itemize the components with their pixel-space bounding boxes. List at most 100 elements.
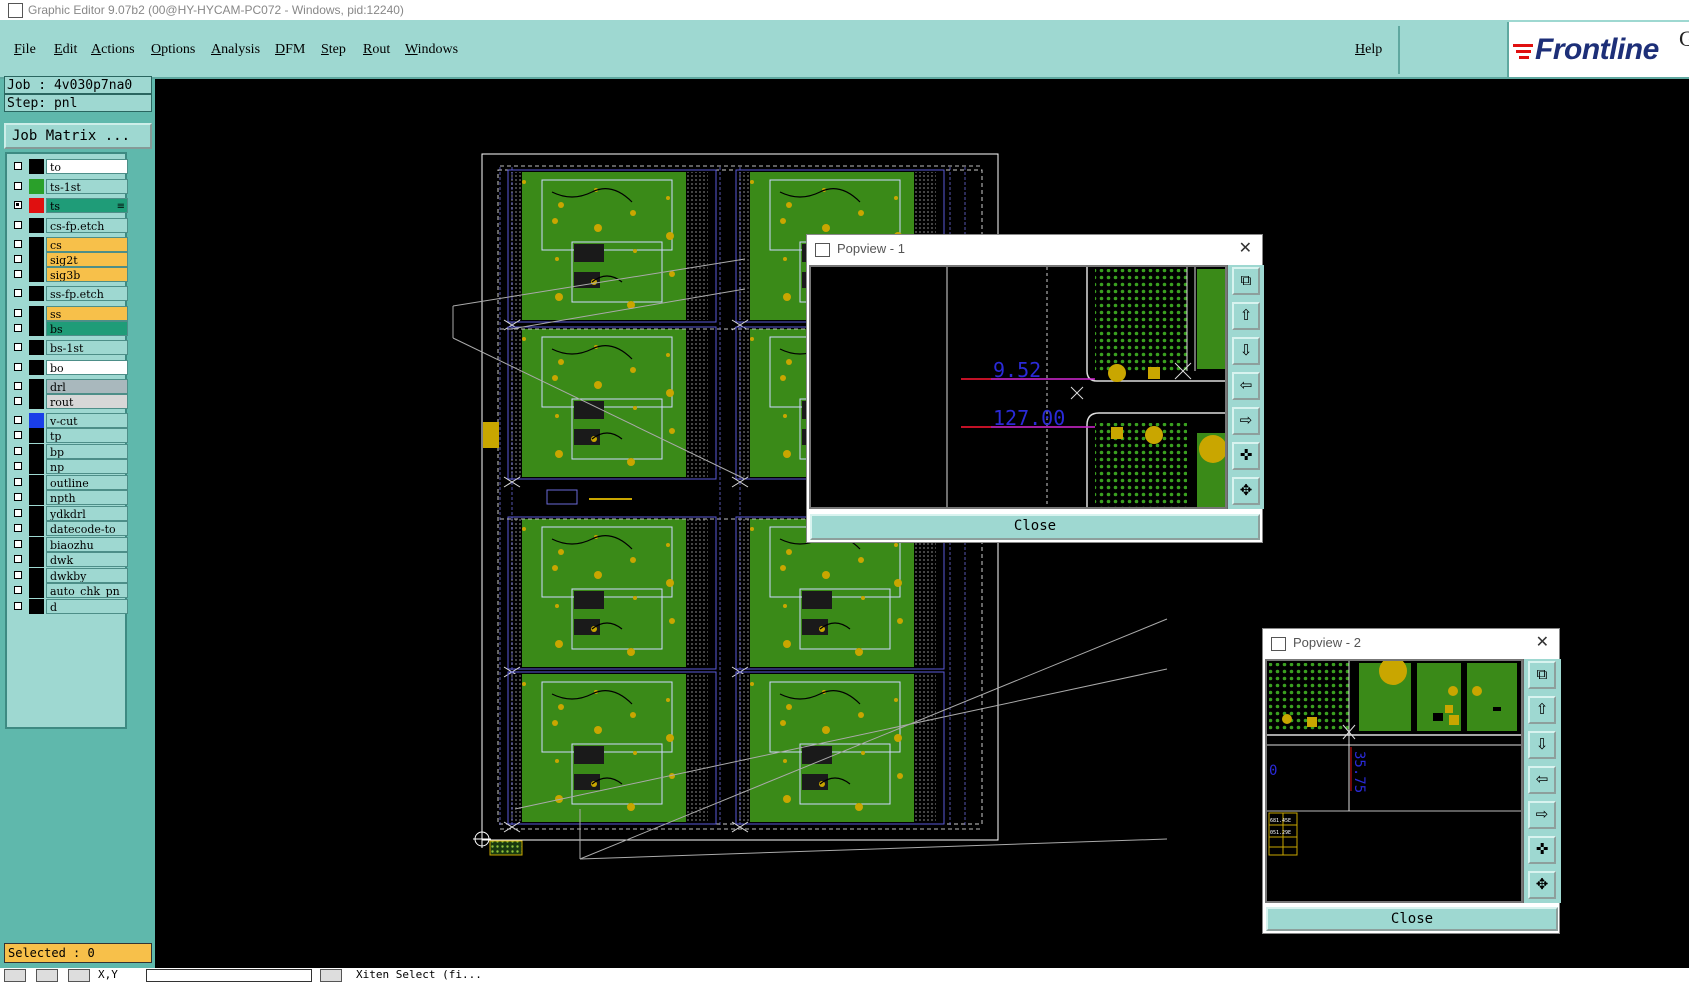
layer-name[interactable]: biaozhu [46, 537, 128, 552]
status-button-1[interactable] [4, 969, 26, 982]
layer-checkbox[interactable] [14, 397, 22, 405]
layer-color-swatch[interactable] [29, 237, 44, 252]
layer-name[interactable]: tp [46, 428, 128, 443]
layer-row-bs-1st[interactable]: bs-1st [11, 340, 129, 355]
layer-name[interactable]: auto_chk_pn [46, 583, 128, 598]
layer-checkbox[interactable] [14, 478, 22, 486]
layer-color-swatch[interactable] [29, 286, 44, 301]
layer-checkbox[interactable] [14, 324, 22, 332]
xy-coordinate-field[interactable] [146, 969, 312, 982]
popview-zoom-in-icon[interactable]: ✜ [1232, 442, 1260, 470]
popview-zoom-home-icon[interactable]: ⧉ [1232, 267, 1260, 295]
popview-pan-left-icon[interactable]: ⇦ [1528, 766, 1556, 794]
menu-analysis[interactable]: Analysis [211, 42, 260, 58]
layer-row-np[interactable]: np [11, 459, 129, 474]
layer-name[interactable]: d [46, 599, 128, 614]
layer-color-swatch[interactable] [29, 267, 44, 282]
menu-file[interactable]: File [14, 42, 36, 58]
layer-checkbox[interactable] [14, 524, 22, 532]
layer-row-cs-fp.etch[interactable]: cs-fp.etch [11, 218, 129, 233]
layer-row-ss[interactable]: ss [11, 306, 129, 321]
layer-color-swatch[interactable] [29, 521, 44, 536]
layer-name[interactable]: dwk [46, 552, 128, 567]
layer-checkbox[interactable] [14, 540, 22, 548]
layer-row-d[interactable]: d [11, 599, 129, 614]
layer-name[interactable]: rout [46, 394, 128, 409]
layer-name[interactable]: bs-1st [46, 340, 128, 355]
layer-row-auto_chk_pn[interactable]: auto_chk_pn [11, 583, 129, 598]
menu-windows[interactable]: Windows [405, 42, 458, 58]
layer-checkbox[interactable] [14, 270, 22, 278]
popview-pan-down-icon[interactable]: ⇩ [1528, 731, 1556, 759]
popview-pan-down-icon[interactable]: ⇩ [1232, 337, 1260, 365]
layer-color-swatch[interactable] [29, 198, 44, 213]
layer-name[interactable]: np [46, 459, 128, 474]
layer-row-rout[interactable]: rout [11, 394, 129, 409]
menu-edit[interactable]: Edit [54, 42, 77, 58]
layer-name[interactable]: to [46, 159, 128, 174]
layer-name[interactable]: ydkdrl [46, 506, 128, 521]
popview-zoom-out-icon[interactable]: ✥ [1232, 477, 1260, 505]
layer-color-swatch[interactable] [29, 321, 44, 336]
menu-actions[interactable]: Actions [91, 42, 135, 58]
layer-checkbox[interactable] [14, 462, 22, 470]
popview-zoom-home-icon[interactable]: ⧉ [1528, 661, 1556, 689]
layer-color-swatch[interactable] [29, 218, 44, 233]
layer-checkbox[interactable] [14, 240, 22, 248]
layer-row-drl[interactable]: drl [11, 379, 129, 394]
layer-checkbox[interactable] [14, 309, 22, 317]
layer-color-swatch[interactable] [29, 490, 44, 505]
layer-name[interactable]: bp [46, 444, 128, 459]
layer-row-sig2t[interactable]: sig2t [11, 252, 129, 267]
layer-row-cs[interactable]: cs [11, 237, 129, 252]
menu-rout[interactable]: Rout [363, 42, 390, 58]
layer-checkbox[interactable] [14, 416, 22, 424]
status-button-3[interactable] [68, 969, 90, 982]
layer-row-v-cut[interactable]: v-cut [11, 413, 129, 428]
layer-row-npth[interactable]: npth [11, 490, 129, 505]
layer-name[interactable]: datecode-to [46, 521, 128, 536]
layer-checkbox[interactable] [14, 182, 22, 190]
status-button-4[interactable] [320, 969, 342, 982]
layer-color-swatch[interactable] [29, 444, 44, 459]
layer-name[interactable]: cs-fp.etch [46, 218, 128, 233]
layer-row-bp[interactable]: bp [11, 444, 129, 459]
menu-help[interactable]: Help [1355, 42, 1382, 58]
layer-color-swatch[interactable] [29, 360, 44, 375]
popview-2-close-icon[interactable]: ✕ [1536, 629, 1549, 657]
menu-step[interactable]: Step [321, 42, 346, 58]
layer-checkbox[interactable] [14, 382, 22, 390]
layer-checkbox[interactable] [14, 447, 22, 455]
popview-1-close-icon[interactable]: ✕ [1239, 235, 1252, 263]
layer-row-datecode-to[interactable]: datecode-to [11, 521, 129, 536]
layer-checkbox[interactable] [14, 201, 22, 209]
layer-name[interactable]: v-cut [46, 413, 128, 428]
layer-name[interactable]: cs [46, 237, 128, 252]
layer-row-bs[interactable]: bs [11, 321, 129, 336]
layer-row-dwkby[interactable]: dwkby [11, 568, 129, 583]
popview-pan-up-icon[interactable]: ⇧ [1232, 302, 1260, 330]
popview-1-view[interactable]: 9.52 127.00 [809, 265, 1227, 509]
popview-2-view[interactable]: 35.75 0 681.45E 051.29E [1265, 659, 1523, 903]
layer-color-swatch[interactable] [29, 506, 44, 521]
popview-2-close-button[interactable]: Close [1266, 907, 1558, 931]
menu-dfm[interactable]: DFM [275, 42, 305, 58]
layer-color-swatch[interactable] [29, 379, 44, 394]
layer-checkbox[interactable] [14, 343, 22, 351]
layer-checkbox[interactable] [14, 602, 22, 610]
layer-row-to[interactable]: to [11, 159, 129, 174]
layer-checkbox[interactable] [14, 586, 22, 594]
popview-zoom-in-icon[interactable]: ✜ [1528, 836, 1556, 864]
layer-name[interactable]: sig3b [46, 267, 128, 282]
layer-name[interactable]: npth [46, 490, 128, 505]
layer-row-ss-fp.etch[interactable]: ss-fp.etch [11, 286, 129, 301]
popview-zoom-out-icon[interactable]: ✥ [1528, 871, 1556, 899]
layer-checkbox[interactable] [14, 555, 22, 563]
layer-checkbox[interactable] [14, 162, 22, 170]
layer-checkbox[interactable] [14, 363, 22, 371]
layer-color-swatch[interactable] [29, 413, 44, 428]
layer-color-swatch[interactable] [29, 394, 44, 409]
status-button-2[interactable] [36, 969, 58, 982]
layer-color-swatch[interactable] [29, 568, 44, 583]
layer-row-ts-1st[interactable]: ts-1st [11, 179, 129, 194]
